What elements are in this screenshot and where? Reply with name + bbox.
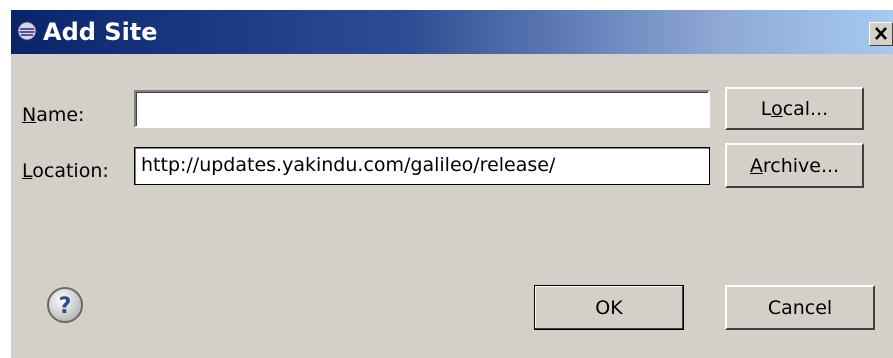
- close-button[interactable]: [869, 22, 893, 46]
- ok-button[interactable]: OK: [534, 285, 684, 330]
- cancel-button[interactable]: Cancel: [725, 285, 875, 330]
- dialog-title: Add Site: [43, 18, 158, 46]
- name-field[interactable]: [134, 90, 710, 128]
- location-label: Location:: [22, 160, 109, 182]
- local-button[interactable]: Local...: [725, 87, 864, 130]
- svg-text:?: ?: [59, 294, 72, 319]
- ok-button-label: OK: [595, 296, 623, 319]
- cancel-button-label: Cancel: [767, 296, 833, 319]
- local-button-label: Local...: [760, 97, 829, 120]
- archive-button-label: Archive...: [749, 154, 840, 177]
- eclipse-icon: [17, 21, 37, 41]
- close-icon: [875, 27, 887, 40]
- location-input[interactable]: [141, 150, 703, 180]
- name-label: Name:: [22, 104, 85, 126]
- help-icon[interactable]: ?: [46, 286, 84, 324]
- location-field[interactable]: [134, 147, 710, 185]
- name-input[interactable]: [142, 94, 702, 124]
- archive-button[interactable]: Archive...: [725, 143, 864, 188]
- add-site-dialog: Add Site Name: Local... Location: Archiv…: [11, 10, 893, 358]
- title-bar[interactable]: Add Site: [11, 10, 893, 54]
